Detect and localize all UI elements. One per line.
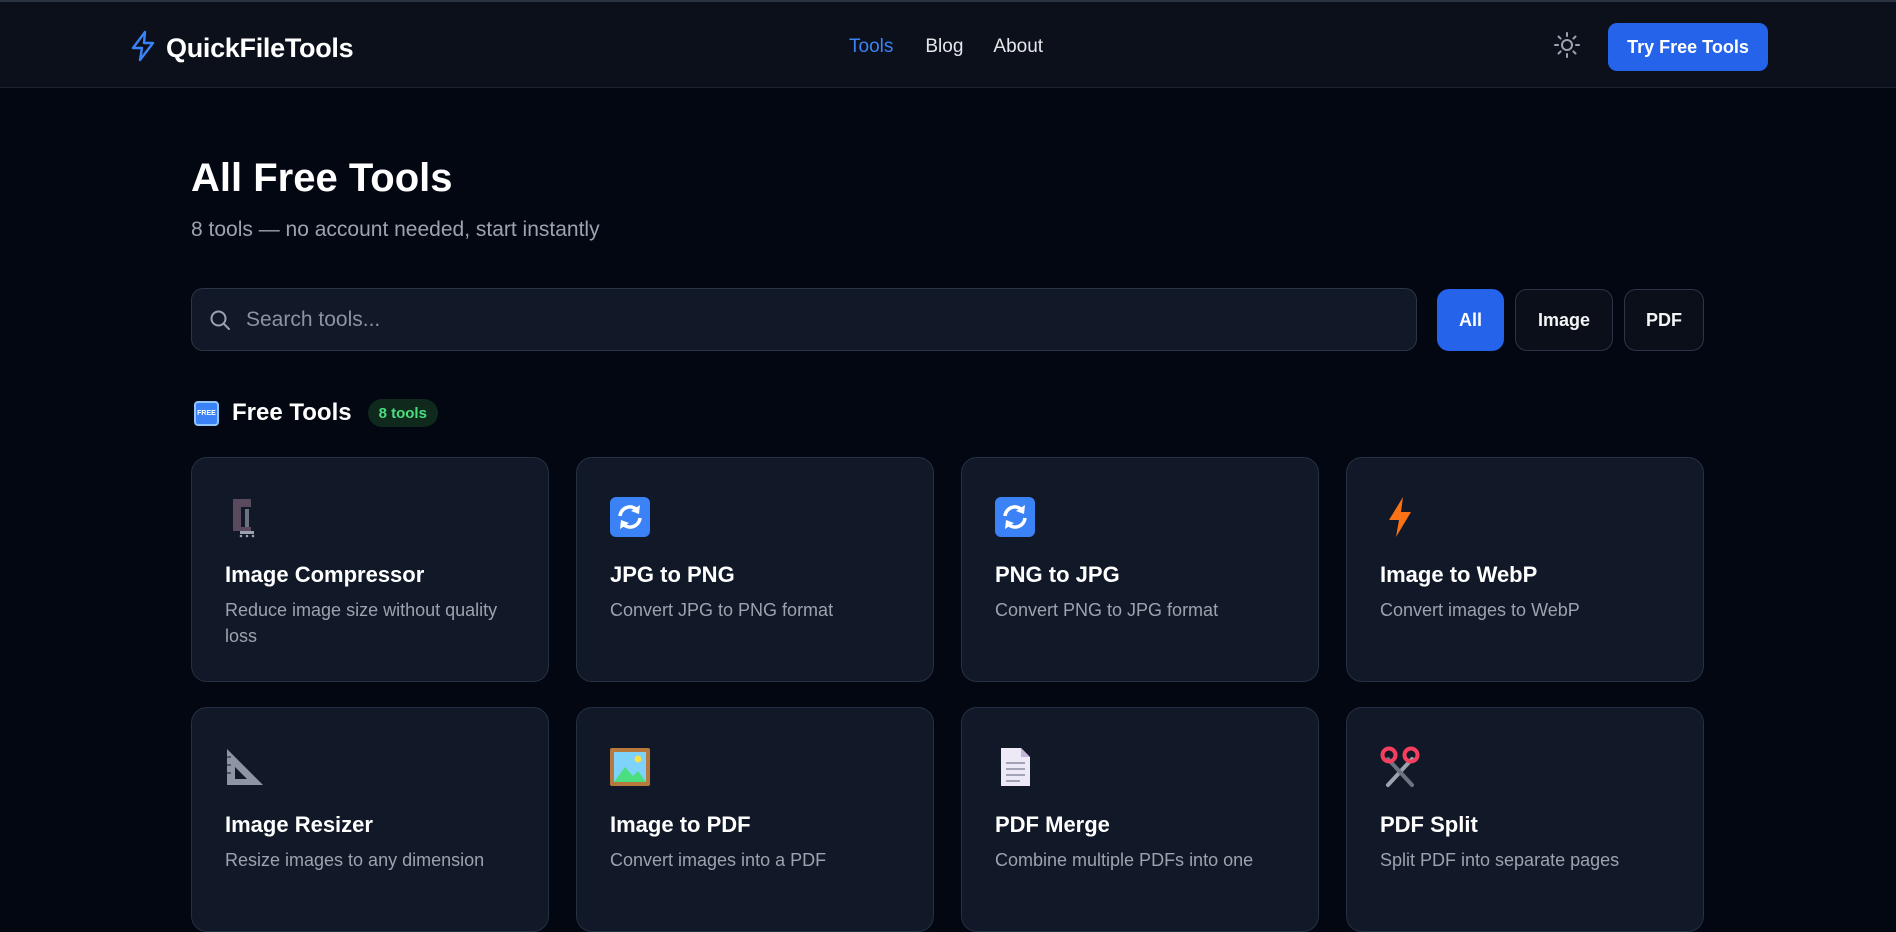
tool-name: PNG to JPG — [995, 562, 1120, 587]
try-free-tools-button[interactable]: Try Free Tools — [1608, 23, 1768, 71]
tool-name: JPG to PNG — [610, 562, 735, 587]
tool-card-png-to-jpg[interactable]: PNG to JPG Convert PNG to JPG format — [961, 457, 1319, 682]
tool-description: Convert images to WebP — [1380, 600, 1580, 620]
clamp-icon — [222, 494, 268, 540]
brand-name: QuickFileTools — [166, 33, 354, 63]
page-subtitle: 8 tools — no account needed, start insta… — [191, 218, 600, 241]
nav-tools-link[interactable]: Tools — [849, 36, 893, 58]
tool-description: Convert PNG to JPG format — [995, 600, 1219, 620]
tool-name: PDF Merge — [995, 812, 1110, 837]
convert-arrows-icon — [607, 494, 653, 540]
tool-name: Image Compressor — [225, 562, 425, 587]
free-badge-icon: FREE — [194, 400, 219, 426]
theme-toggle-button[interactable] — [1552, 31, 1582, 64]
tool-description: Combine multiple PDFs into one — [995, 850, 1254, 870]
search-input[interactable] — [246, 299, 1396, 341]
tool-description: Convert images into a PDF — [610, 850, 827, 870]
site-header: QuickFileTools Tools Blog About Try Free… — [0, 2, 1896, 88]
tool-description: Convert JPG to PNG format — [610, 600, 834, 620]
tool-description: Reduce image size without quality loss — [225, 600, 498, 646]
tool-name: Image to WebP — [1380, 562, 1538, 587]
tool-name: Image to PDF — [610, 812, 751, 837]
search-icon — [208, 308, 232, 337]
tool-name: PDF Split — [1380, 812, 1478, 837]
tool-description: Resize images to any dimension — [225, 850, 485, 870]
tool-description: Split PDF into separate pages — [1380, 850, 1620, 870]
set-square-icon — [222, 744, 268, 790]
main-nav: Tools Blog About — [849, 36, 1043, 58]
section-title: Free Tools — [232, 399, 352, 426]
sun-icon — [1553, 31, 1581, 64]
convert-arrows-icon — [992, 494, 1038, 540]
brand-logo[interactable]: QuickFileTools — [128, 30, 354, 67]
lightning-logo-icon — [128, 30, 158, 67]
tool-card-image-resizer[interactable]: Image Resizer Resize images to any dimen… — [191, 707, 549, 932]
tool-card-pdf-merge[interactable]: PDF Merge Combine multiple PDFs into one — [961, 707, 1319, 932]
free-tools-section-header: FREE Free Tools 8 tools — [194, 399, 438, 427]
tool-card-image-compressor[interactable]: Image Compressor Reduce image size witho… — [191, 457, 549, 682]
page-title: All Free Tools — [191, 156, 453, 200]
document-icon — [992, 744, 1038, 790]
tool-count-badge: 8 tools — [367, 399, 438, 427]
filter-pdf-button[interactable]: PDF — [1624, 289, 1704, 351]
tool-card-pdf-split[interactable]: PDF Split Split PDF into separate pages — [1346, 707, 1704, 932]
scissors-icon — [1377, 744, 1423, 790]
filter-image-button[interactable]: Image — [1515, 289, 1613, 351]
framed-picture-icon — [607, 744, 653, 790]
tool-name: Image Resizer — [225, 812, 373, 837]
tool-card-image-to-webp[interactable]: Image to WebP Convert images to WebP — [1346, 457, 1704, 682]
search-box[interactable] — [191, 288, 1417, 351]
lightning-icon — [1377, 494, 1423, 540]
nav-blog-link[interactable]: Blog — [925, 36, 963, 58]
filter-all-button[interactable]: All — [1437, 289, 1504, 351]
nav-about-link[interactable]: About — [993, 36, 1043, 58]
tool-card-jpg-to-png[interactable]: JPG to PNG Convert JPG to PNG format — [576, 457, 934, 682]
tool-card-image-to-pdf[interactable]: Image to PDF Convert images into a PDF — [576, 707, 934, 932]
